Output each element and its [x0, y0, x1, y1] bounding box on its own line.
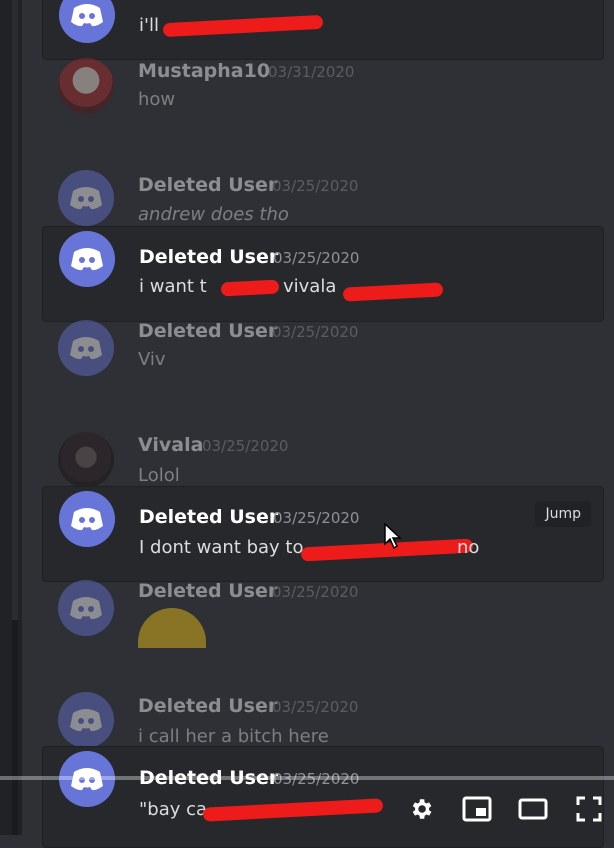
message-item[interactable]: Deleted User 03/25/2020	[42, 580, 602, 690]
video-controls	[404, 792, 606, 826]
avatar[interactable]	[58, 432, 114, 488]
discord-logo-icon	[71, 248, 103, 271]
discord-logo-icon	[71, 4, 103, 27]
message-item[interactable]: Deleted User 03/25/2020 Viv	[42, 320, 602, 380]
avatar[interactable]	[59, 0, 115, 43]
message-item[interactable]: Vivala 03/25/2020 Lolol	[42, 432, 602, 488]
message-text: andrew does tho	[138, 204, 289, 225]
avatar[interactable]	[58, 580, 114, 636]
discord-logo-icon	[70, 337, 102, 360]
username[interactable]: Deleted User	[139, 506, 278, 528]
message-text: i call her a bitch here	[138, 726, 329, 747]
timestamp: 03/25/2020	[273, 509, 360, 527]
message-item[interactable]: Deleted User 03/25/2020 i call her a bit…	[42, 692, 602, 748]
message-item[interactable]: i'll	[42, 0, 604, 60]
mouse-cursor-icon	[384, 522, 402, 553]
username[interactable]: Deleted User	[139, 246, 278, 268]
message-text: i want t	[139, 276, 207, 297]
redaction-mark	[162, 14, 324, 38]
miniplayer-icon[interactable]	[460, 792, 494, 826]
discord-logo-icon	[70, 709, 102, 732]
username[interactable]: Deleted User	[138, 174, 277, 196]
jump-button[interactable]: Jump	[535, 501, 591, 527]
theater-mode-icon[interactable]	[516, 792, 550, 826]
username[interactable]: Mustapha10	[138, 60, 270, 82]
timestamp: 03/25/2020	[272, 698, 359, 716]
video-progress-bar[interactable]	[0, 776, 614, 780]
avatar[interactable]	[58, 58, 114, 114]
message-item[interactable]: Deleted User 03/25/2020 I dont want bay …	[42, 486, 604, 582]
discord-logo-icon	[71, 508, 103, 531]
timestamp: 03/25/2020	[273, 249, 360, 267]
timestamp: 03/25/2020	[202, 437, 289, 455]
message-text: Viv	[138, 349, 166, 370]
message-text-tail: vivala	[283, 276, 337, 297]
redaction-mark	[342, 282, 444, 302]
timestamp: 03/31/2020	[268, 63, 355, 81]
discord-logo-icon	[70, 187, 102, 210]
username[interactable]: Deleted User	[138, 580, 277, 602]
username[interactable]: Deleted User	[138, 695, 277, 717]
username[interactable]: Vivala	[138, 434, 203, 456]
message-text: Lolol	[138, 465, 180, 486]
avatar[interactable]	[59, 491, 115, 547]
message-item[interactable]: Mustapha10 03/31/2020 how	[42, 58, 602, 128]
avatar[interactable]	[59, 231, 115, 287]
scroll-thumb[interactable]	[12, 620, 18, 835]
message-text: I dont want bay to	[139, 537, 304, 558]
avatar[interactable]	[58, 692, 114, 748]
discord-logo-icon	[70, 597, 102, 620]
message-item[interactable]: Deleted User 03/25/2020 andrew does tho	[42, 170, 602, 226]
avatar[interactable]	[58, 170, 114, 226]
redaction-mark	[220, 279, 280, 297]
username[interactable]: Deleted User	[138, 320, 277, 342]
redaction-mark	[202, 798, 384, 822]
fullscreen-icon[interactable]	[572, 792, 606, 826]
message-text: "bay ca	[139, 799, 208, 820]
emoji-attachment[interactable]	[138, 608, 206, 648]
left-scrollbar[interactable]	[0, 0, 22, 835]
message-text: i'll	[139, 15, 159, 36]
timestamp: 03/25/2020	[272, 583, 359, 601]
timestamp: 03/25/2020	[272, 177, 359, 195]
message-text: how	[138, 89, 176, 110]
message-item[interactable]: Deleted User 03/25/2020 i want t vivala	[42, 226, 604, 322]
timestamp: 03/25/2020	[272, 323, 359, 341]
message-text-tail: no	[457, 537, 480, 558]
avatar[interactable]	[58, 320, 114, 376]
gear-icon[interactable]	[404, 792, 438, 826]
